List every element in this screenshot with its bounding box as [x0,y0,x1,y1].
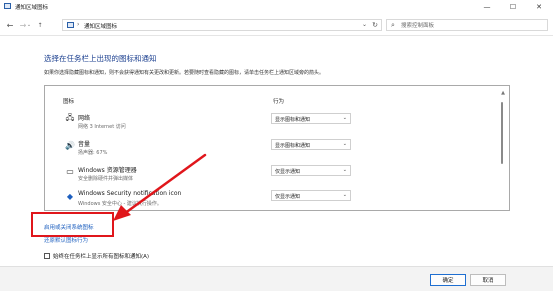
chevron-right-icon: › [77,21,80,28]
dialog-footer: 确定 取消 [0,266,553,291]
explorer-icon: ▭ [66,166,74,176]
close-button[interactable]: ✕ [526,0,552,13]
item-name: 音量 [78,141,91,148]
list-item-security: ◆ Windows Security notification icon Win… [45,187,497,210]
icons-list: 图标 行为 ▲ 🖧 网络 网络 3 Internet 访问 显示图标和通知 ⌄ … [44,85,510,211]
location-icon [67,22,74,28]
behavior-select[interactable]: 显示图标和通知 ⌄ [271,113,351,124]
cancel-button[interactable]: 取消 [470,274,506,286]
item-status: 安全删除硬件并弹出媒体 [78,176,134,182]
item-name: 网络 [78,115,91,122]
back-button[interactable]: ← [4,19,16,31]
minimize-button[interactable]: — [474,0,500,13]
search-box[interactable]: ⌕ [386,19,548,31]
navigation-bar: ← → ⌄ ↑ › 通知区域图标 ⌄ ↻ ⌕ [0,14,553,36]
chevron-down-icon: ⌄ [342,167,347,173]
column-header-behavior: 行为 [273,99,285,105]
behavior-value: 显示图标和通知 [275,117,311,123]
behavior-value: 显示图标和通知 [275,143,311,149]
control-panel-icon [4,3,11,9]
annotation-highlight-box [31,212,114,237]
address-bar[interactable]: › 通知区域图标 ⌄ ↻ [62,19,382,31]
item-name: Windows Security notification icon [78,190,182,197]
breadcrumb[interactable]: 通知区域图标 [84,22,117,30]
page-description: 如果你选择隐藏图标和通知，则不会获得通知有关更改和更新。若要随时查看隐藏的图标，… [44,70,325,76]
chevron-down-icon: ⌄ [342,192,347,198]
scrollbar-thumb[interactable] [501,102,503,164]
list-item-volume: 🔊 音量 扬声器: 67% 显示图标和通知 ⌄ [45,136,497,162]
behavior-value: 仅显示通知 [275,194,301,200]
network-icon: 🖧 [65,113,75,122]
refresh-icon[interactable]: ↻ [372,21,378,29]
search-icon: ⌕ [391,21,395,29]
maximize-button[interactable]: ☐ [500,0,526,13]
show-all-icons-checkbox[interactable] [44,252,50,259]
security-shield-icon: ◆ [66,191,74,201]
behavior-select[interactable]: 仅显示通知 ⌄ [271,165,351,176]
behavior-value: 仅显示通知 [275,169,301,175]
item-status: 网络 3 Internet 访问 [78,124,126,130]
chevron-down-icon: ⌄ [342,141,347,147]
behavior-select[interactable]: 显示图标和通知 ⌄ [271,139,351,150]
list-item-explorer: ▭ Windows 资源管理器 安全删除硬件并弹出媒体 仅显示通知 ⌄ [45,162,497,188]
page-title: 选择在任务栏上出现的图标和通知 [44,54,157,63]
behavior-select[interactable]: 仅显示通知 ⌄ [271,190,351,201]
item-status: 扬声器: 67% [78,150,108,156]
item-status: Windows 安全中心 - 建议执行操作。 [78,201,162,207]
chevron-down-icon: ⌄ [342,115,347,121]
search-input[interactable] [401,21,541,30]
list-item-network: 🖧 网络 网络 3 Internet 访问 显示图标和通知 ⌄ [45,110,497,136]
recent-locations-icon[interactable]: ⌄ [25,19,33,31]
title-bar: 通知区域图标 — ☐ ✕ [0,0,553,13]
ok-button[interactable]: 确定 [430,274,466,286]
window-title: 通知区域图标 [15,5,49,11]
column-header-icon: 图标 [63,99,75,105]
restore-defaults-link[interactable]: 还原默认图标行为 [44,236,88,244]
show-all-icons-label[interactable]: 始终在任务栏上显示所有图标和通知(A) [53,252,149,260]
scroll-up-icon[interactable]: ▲ [501,90,505,96]
chevron-down-icon[interactable]: ⌄ [362,21,367,28]
up-button[interactable]: ↑ [34,19,46,31]
volume-icon: 🔊 [65,140,75,150]
item-name: Windows 资源管理器 [78,167,137,174]
show-all-icons-option[interactable]: 始终在任务栏上显示所有图标和通知(A) [44,251,149,260]
